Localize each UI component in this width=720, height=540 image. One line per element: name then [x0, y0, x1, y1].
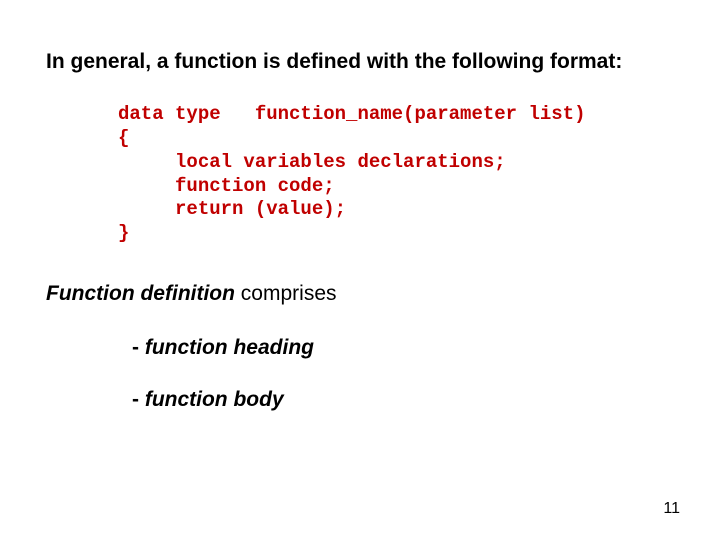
code-line-3: local variables declarations;: [118, 151, 506, 173]
definition-line: Function definition comprises: [46, 282, 674, 306]
bullet-2-prefix: -: [132, 388, 145, 411]
bullet-2: - function body: [132, 388, 674, 412]
definition-rest: comprises: [235, 282, 337, 305]
code-line-6: }: [118, 222, 129, 244]
code-block: data type function_name(parameter list) …: [118, 103, 674, 246]
intro-text: In general, a function is defined with t…: [46, 48, 674, 75]
definition-term: Function definition: [46, 282, 235, 305]
bullet-2-text: function body: [145, 388, 284, 411]
page-number: 11: [663, 500, 680, 518]
code-line-2: {: [118, 127, 129, 149]
code-line-1: data type function_name(parameter list): [118, 103, 585, 125]
code-line-5: return (value);: [118, 198, 346, 220]
slide: In general, a function is defined with t…: [0, 0, 720, 540]
bullet-1-text: function heading: [145, 336, 314, 359]
bullet-1: - function heading: [132, 336, 674, 360]
code-line-4: function code;: [118, 175, 335, 197]
bullet-1-prefix: -: [132, 336, 145, 359]
